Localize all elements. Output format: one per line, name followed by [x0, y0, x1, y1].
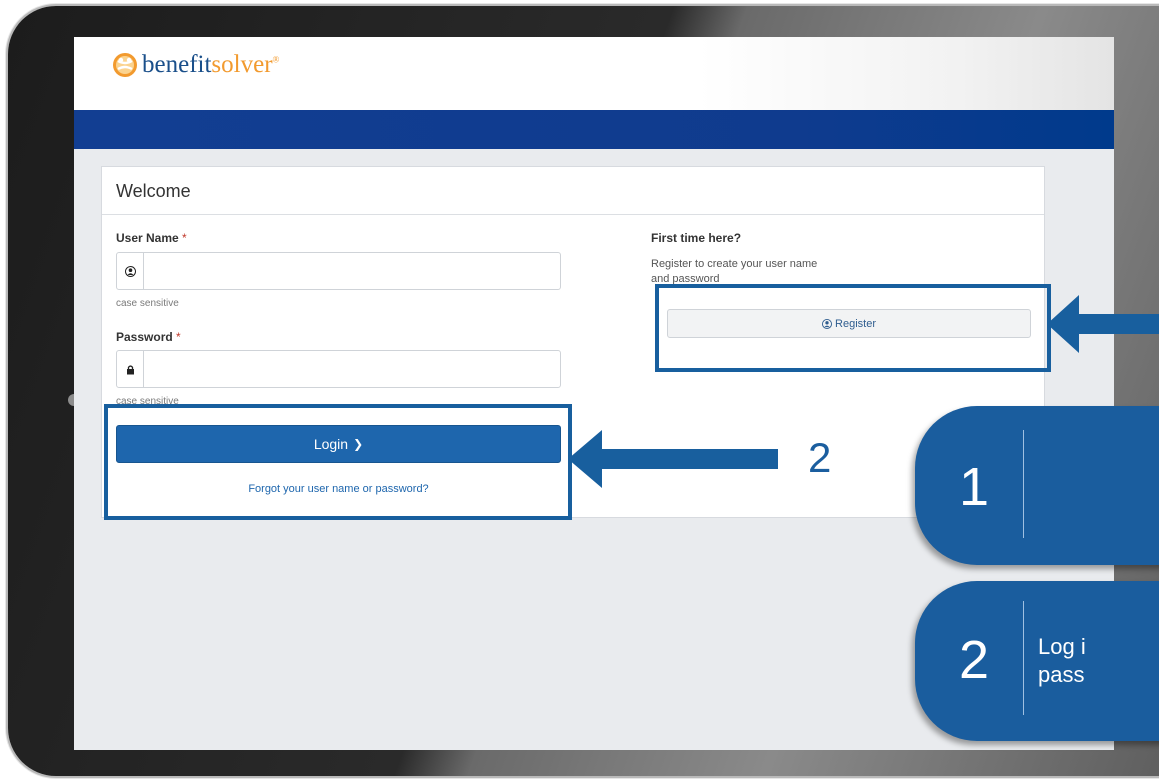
login-highlight-box	[104, 404, 572, 520]
step-2-number: 2	[959, 630, 990, 690]
step-2-text: Log i pass	[1038, 634, 1086, 687]
arrow-left-icon	[568, 430, 778, 488]
register-description: Register to create your user name and pa…	[651, 258, 818, 285]
password-input[interactable]	[145, 351, 559, 389]
arrow-left-icon	[1047, 295, 1159, 353]
register-highlight-box	[655, 284, 1051, 372]
username-field[interactable]	[116, 252, 561, 291]
step-2-divider	[1023, 601, 1024, 715]
first-time-heading: First time here?	[651, 231, 742, 245]
username-input[interactable]	[145, 253, 559, 291]
lock-icon	[117, 351, 144, 387]
step-2-callout: 2 Log i pass	[915, 581, 1159, 741]
user-icon	[117, 253, 144, 289]
nav-bar	[74, 110, 1114, 149]
password-label: Password *	[116, 330, 181, 344]
callout-number: 2	[808, 434, 832, 481]
step-1-divider	[1023, 430, 1024, 538]
header: benefitsolver®	[74, 37, 1114, 110]
card-title: Welcome	[102, 167, 1044, 215]
username-hint: case sensitive	[116, 298, 179, 309]
logo-text: benefitsolver®	[142, 51, 280, 78]
username-label: User Name *	[116, 231, 187, 245]
step-1-number: 1	[959, 457, 990, 517]
step-1-callout: 1	[915, 406, 1159, 565]
password-field[interactable]	[116, 350, 561, 389]
benefitsolver-logo[interactable]: benefitsolver®	[112, 50, 279, 80]
logo-mark-icon	[113, 53, 137, 77]
